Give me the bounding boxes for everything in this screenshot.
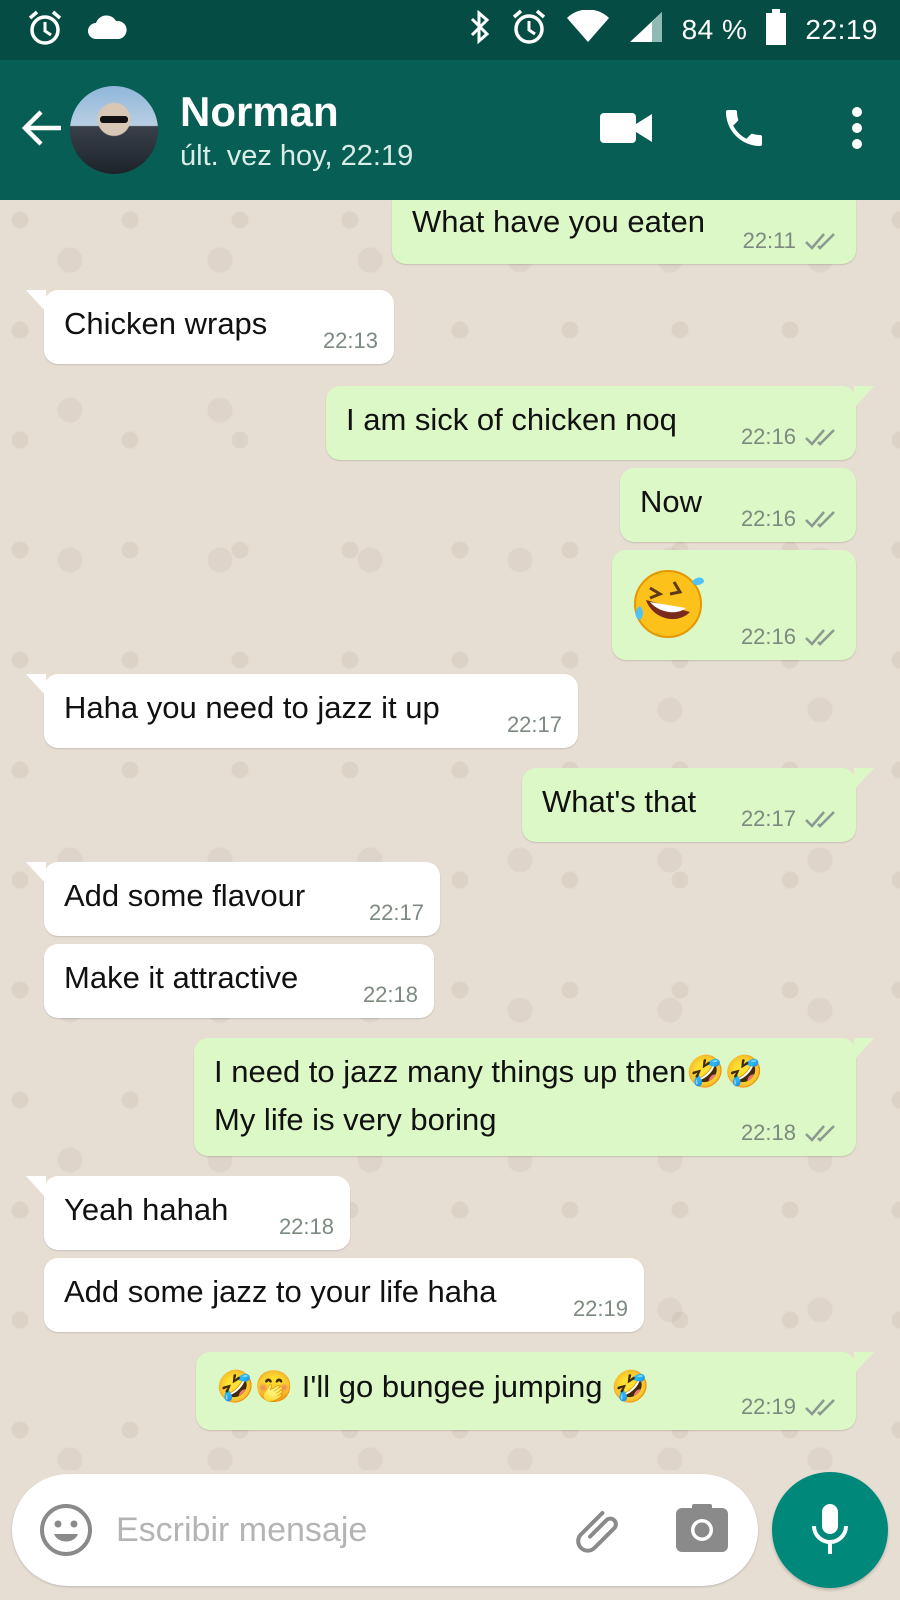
avatar[interactable] xyxy=(70,86,158,174)
emoji-icon xyxy=(40,1504,92,1556)
message-time: 22:16 xyxy=(740,506,796,531)
message-text: Yeah hahah xyxy=(64,1192,229,1227)
message-bubble-incoming[interactable]: Chicken wraps 22:13 xyxy=(26,290,394,364)
message-time: 22:18 xyxy=(278,1214,334,1239)
message-composer xyxy=(12,1474,758,1586)
chat-area[interactable]: What have you eaten 22:11 Chicken wraps … xyxy=(0,200,900,1470)
alarm-icon xyxy=(26,9,64,52)
message-meta: 22:17 xyxy=(369,900,424,926)
message-bubble-incoming[interactable]: Make it attractive 22:18 xyxy=(44,944,434,1018)
message-bubble-outgoing[interactable]: 🤣 22:16 xyxy=(612,550,856,660)
message-time: 22:17 xyxy=(740,806,796,831)
message-time: 22:11 xyxy=(742,228,796,253)
message-bubble-incoming[interactable]: Haha you need to jazz it up 22:17 xyxy=(26,674,578,748)
chat-header: Norman últ. vez hoy, 22:19 xyxy=(0,60,900,200)
message-meta: 22:17 xyxy=(741,806,838,832)
message-meta: 22:18 xyxy=(363,982,418,1008)
camera-icon xyxy=(676,1504,728,1552)
double-check-icon xyxy=(805,429,835,446)
phone-icon xyxy=(720,104,768,157)
message-bubble-outgoing[interactable]: Now 22:16 xyxy=(620,468,856,542)
double-check-icon xyxy=(805,1125,835,1142)
more-menu-icon xyxy=(851,106,863,155)
contact-info[interactable]: Norman últ. vez hoy, 22:19 xyxy=(180,88,413,173)
message-bubble-incoming[interactable]: Yeah hahah 22:18 xyxy=(26,1176,350,1250)
wifi-icon xyxy=(566,8,610,51)
emoji-button[interactable] xyxy=(38,1502,94,1563)
status-bar: 84 % 22:19 xyxy=(0,0,900,60)
message-bubble-outgoing[interactable]: What have you eaten 22:11 xyxy=(392,200,856,264)
double-check-icon xyxy=(805,233,835,250)
message-time: 22:18 xyxy=(362,982,418,1007)
message-meta: 22:17 xyxy=(507,712,562,738)
contact-name: Norman xyxy=(180,87,339,135)
message-time: 22:13 xyxy=(322,328,378,353)
back-button[interactable] xyxy=(14,102,70,158)
message-bubble-incoming[interactable]: Add some flavour 22:17 xyxy=(26,862,440,936)
last-seen-status: últ. vez hoy, 22:19 xyxy=(180,139,414,172)
message-text: Haha you need to jazz it up xyxy=(64,690,440,725)
message-input[interactable] xyxy=(116,1500,536,1560)
more-options-button[interactable] xyxy=(842,100,872,160)
battery-icon xyxy=(765,8,787,52)
double-check-icon xyxy=(805,629,835,646)
message-bubble-outgoing[interactable]: What's that 22:17 xyxy=(522,768,874,842)
message-text: What's that xyxy=(542,784,697,819)
message-meta: 22:18 xyxy=(279,1214,334,1240)
message-text: Now xyxy=(640,484,703,519)
cloud-icon xyxy=(86,13,128,48)
video-call-icon xyxy=(600,111,652,150)
message-time: 22:19 xyxy=(740,1394,796,1419)
alarm-icon xyxy=(510,8,548,53)
bluetooth-icon xyxy=(468,9,492,52)
message-time: 22:19 xyxy=(572,1296,628,1321)
camera-button[interactable] xyxy=(676,1504,728,1559)
message-text: What have you eaten xyxy=(412,204,705,239)
message-text: I am sick of chicken noq xyxy=(346,402,677,437)
message-time: 22:16 xyxy=(740,624,796,649)
message-meta: 22:16 xyxy=(741,424,838,450)
voice-record-button[interactable] xyxy=(772,1472,888,1588)
message-bubble-outgoing[interactable]: I am sick of chicken noq 22:16 xyxy=(326,386,874,460)
message-meta: 22:18 xyxy=(741,1120,838,1146)
message-meta: 22:19 xyxy=(741,1394,838,1420)
mic-icon xyxy=(812,1504,848,1554)
message-meta: 22:19 xyxy=(573,1296,628,1322)
message-text: Add some jazz to your life haha xyxy=(64,1274,497,1309)
message-time: 22:17 xyxy=(368,900,424,925)
message-bubble-outgoing[interactable]: 🤣🤭 I'll go bungee jumping 🤣 22:19 xyxy=(196,1352,874,1430)
double-check-icon xyxy=(805,811,835,828)
header-actions xyxy=(596,100,872,160)
message-meta: 22:16 xyxy=(741,506,838,532)
message-text: Make it attractive xyxy=(64,960,299,995)
status-bar-right: 84 % 22:19 xyxy=(468,8,878,53)
message-text: 🤣🤭 I'll go bungee jumping 🤣 xyxy=(216,1369,650,1404)
message-text: I need to jazz many things up then🤣🤣 My … xyxy=(214,1054,764,1137)
message-time: 22:16 xyxy=(740,424,796,449)
message-text: Chicken wraps xyxy=(64,306,268,341)
message-bubble-incoming[interactable]: Add some jazz to your life haha 22:19 xyxy=(44,1258,644,1332)
double-check-icon xyxy=(805,1399,835,1416)
battery-percentage: 84 % xyxy=(681,14,748,45)
message-text: Add some flavour xyxy=(64,878,306,913)
attach-button[interactable] xyxy=(572,1504,626,1563)
message-meta: 22:11 xyxy=(743,228,838,254)
status-bar-left xyxy=(26,9,128,52)
rolling-laughing-emoji-icon xyxy=(632,568,704,648)
clock: 22:19 xyxy=(805,14,878,45)
back-arrow-icon xyxy=(21,108,63,153)
video-call-button[interactable] xyxy=(596,100,656,160)
message-time: 22:17 xyxy=(506,712,562,737)
message-time: 22:18 xyxy=(740,1120,796,1145)
message-meta: 22:13 xyxy=(323,328,378,354)
signal-icon xyxy=(628,10,664,51)
double-check-icon xyxy=(805,511,835,528)
voice-call-button[interactable] xyxy=(714,100,774,160)
attach-icon xyxy=(576,1510,618,1553)
message-meta: 22:16 xyxy=(741,624,838,650)
message-bubble-outgoing[interactable]: I need to jazz many things up then🤣🤣 My … xyxy=(194,1038,874,1156)
